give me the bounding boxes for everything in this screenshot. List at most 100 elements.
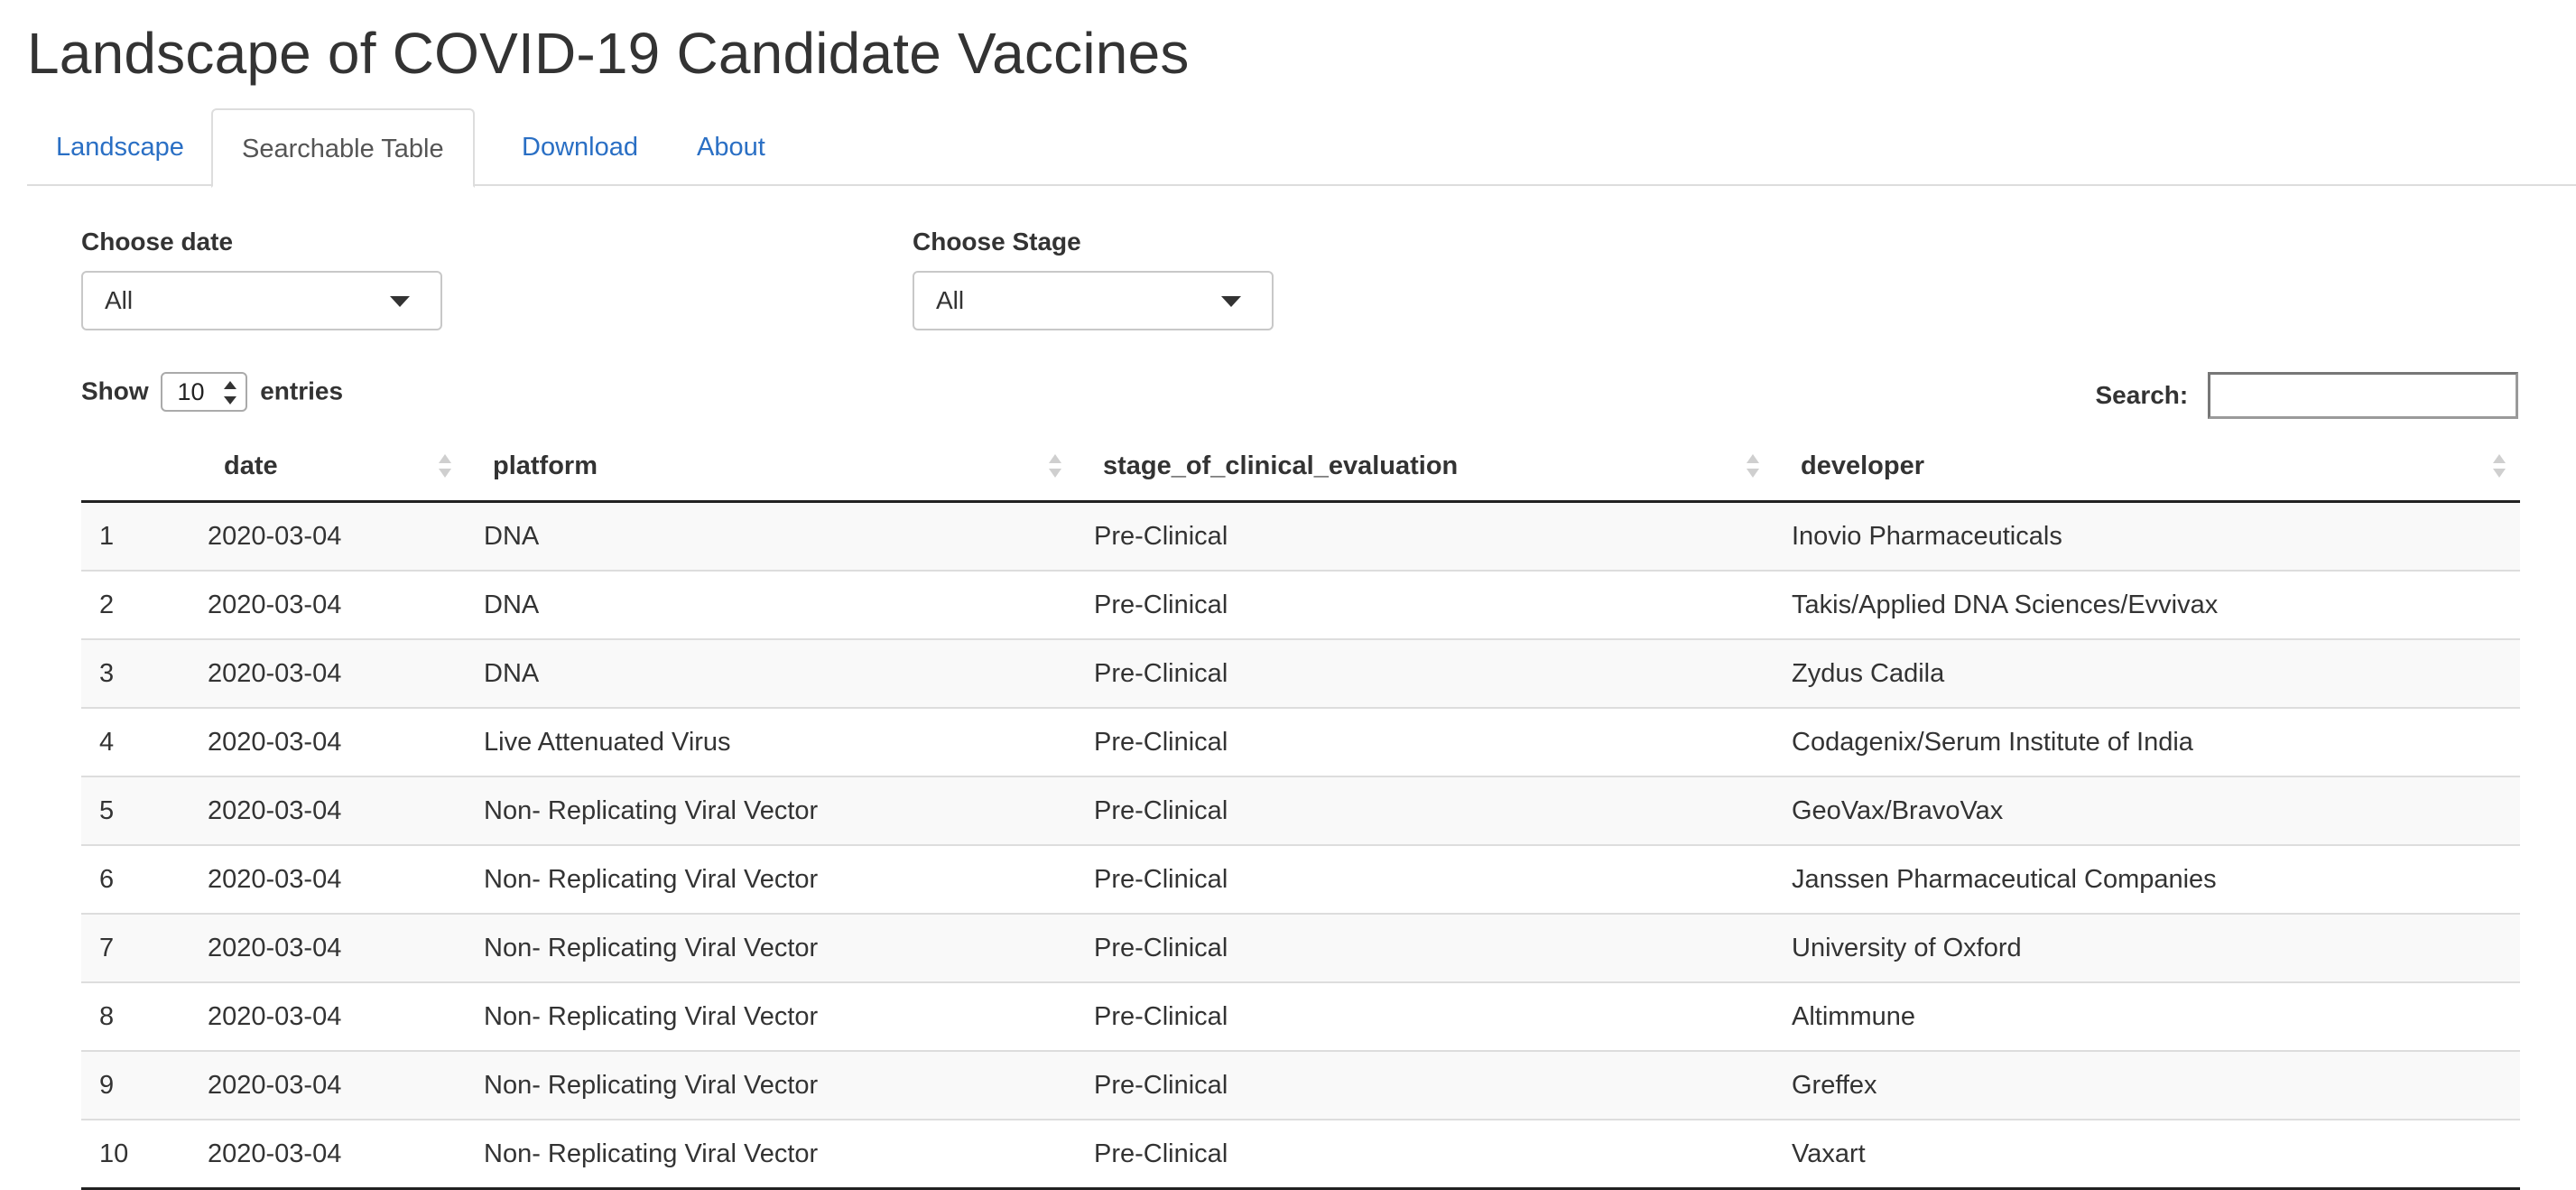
- cell-developer: GeoVax/BravoVax: [1774, 776, 2520, 845]
- app-window: Landscape of COVID-19 Candidate Vaccines…: [0, 0, 2576, 1190]
- cell-date: 2020-03-04: [190, 1119, 466, 1190]
- table-row[interactable]: 6 2020-03-04 Non- Replicating Viral Vector…: [81, 844, 2520, 914]
- cell-developer: Takis/Applied DNA Sciences/Evvivax: [1774, 570, 2520, 639]
- cell-developer: Greffex: [1774, 1050, 2520, 1120]
- cell-platform: Non- Replicating Viral Vector: [466, 1119, 1076, 1190]
- cell-platform: DNA: [466, 570, 1076, 639]
- cell-date: 2020-03-04: [190, 844, 466, 914]
- cell-stage: Pre-Clinical: [1076, 981, 1774, 1051]
- date-select[interactable]: All: [81, 271, 442, 330]
- cell-developer: Janssen Pharmaceutical Companies: [1774, 844, 2520, 914]
- entries-length-value: 10: [177, 377, 205, 405]
- cell-developer: Inovio Pharmaceuticals: [1774, 501, 2520, 571]
- table-row[interactable]: 10 2020-03-04 Non- Replicating Viral Vecto…: [81, 1119, 2520, 1190]
- table-row[interactable]: 2 2020-03-04 DNA Pre-Clinical Takis/Applied …: [81, 570, 2520, 639]
- cell-index: 7: [81, 913, 190, 982]
- cell-developer: Vaxart: [1774, 1119, 2520, 1190]
- sort-icon: [2493, 454, 2506, 478]
- table-row[interactable]: 1 2020-03-04 DNA Pre-Clinical Inovio Pharmac…: [81, 501, 2520, 571]
- stage-filter-label: Choose Stage: [913, 228, 1081, 256]
- cell-date: 2020-03-04: [190, 913, 466, 982]
- table-row[interactable]: 9 2020-03-04 Non- Replicating Viral Vector…: [81, 1050, 2520, 1120]
- table-body: 1 2020-03-04 DNA Pre-Clinical Inovio Pharmac…: [81, 501, 2520, 1190]
- cell-index: 9: [81, 1050, 190, 1120]
- date-select-value: All: [105, 286, 134, 314]
- column-header-stage[interactable]: stage_of_clinical_evaluation: [1076, 432, 1774, 503]
- cell-date: 2020-03-04: [190, 638, 466, 708]
- cell-stage: Pre-Clinical: [1076, 638, 1774, 708]
- cell-stage: Pre-Clinical: [1076, 1050, 1774, 1120]
- cell-index: 5: [81, 776, 190, 845]
- cell-index: 2: [81, 570, 190, 639]
- tab-bar: Landscape Searchable Table Download Abou…: [27, 108, 2576, 188]
- cell-platform: Non- Replicating Viral Vector: [466, 776, 1076, 845]
- column-header-developer[interactable]: developer: [1774, 432, 2520, 503]
- cell-stage: Pre-Clinical: [1076, 776, 1774, 845]
- cell-index: 3: [81, 638, 190, 708]
- column-header-date[interactable]: date: [190, 432, 466, 503]
- table-row[interactable]: 8 2020-03-04 Non- Replicating Viral Vector…: [81, 981, 2520, 1051]
- column-header-label: developer: [1801, 451, 1924, 480]
- entries-length-select[interactable]: 10: [161, 371, 248, 412]
- column-header-label: platform: [493, 451, 598, 480]
- cell-platform: DNA: [466, 501, 1076, 571]
- cell-platform: Non- Replicating Viral Vector: [466, 913, 1076, 982]
- cell-index: 8: [81, 981, 190, 1051]
- cell-stage: Pre-Clinical: [1076, 501, 1774, 571]
- date-filter: Choose date All: [81, 228, 442, 330]
- column-header-index: [81, 432, 190, 503]
- column-header-label: stage_of_clinical_evaluation: [1103, 451, 1459, 480]
- table-header-row: date platform stage_of_clinical_evaluati…: [81, 432, 2520, 503]
- tab-landscape[interactable]: Landscape: [27, 108, 213, 186]
- cell-index: 4: [81, 707, 190, 776]
- stage-filter: Choose Stage All: [913, 228, 1274, 330]
- cell-date: 2020-03-04: [190, 570, 466, 639]
- tab-download[interactable]: Download: [493, 108, 667, 186]
- cell-stage: Pre-Clinical: [1076, 1119, 1774, 1190]
- table-row[interactable]: 5 2020-03-04 Non- Replicating Viral Vector…: [81, 776, 2520, 845]
- chevron-down-icon: [1221, 296, 1241, 307]
- cell-date: 2020-03-04: [190, 776, 466, 845]
- cell-stage: Pre-Clinical: [1076, 913, 1774, 982]
- table-row[interactable]: 7 2020-03-04 Non- Replicating Viral Vector…: [81, 913, 2520, 982]
- cell-date: 2020-03-04: [190, 1050, 466, 1120]
- cell-platform: Live Attenuated Virus: [466, 707, 1076, 776]
- date-filter-label: Choose date: [81, 228, 234, 256]
- sort-icon: [1049, 454, 1061, 478]
- cell-platform: Non- Replicating Viral Vector: [466, 844, 1076, 914]
- cell-developer: Codagenix/Serum Institute of India: [1774, 707, 2520, 776]
- cell-index: 6: [81, 844, 190, 914]
- column-header-label: date: [224, 451, 278, 480]
- table-search: Search:: [2095, 368, 2518, 419]
- cell-index: 10: [81, 1119, 190, 1190]
- sort-icon: [1747, 454, 1759, 478]
- tab-about[interactable]: About: [668, 108, 794, 186]
- search-label: Search:: [2095, 380, 2189, 409]
- table-row[interactable]: 3 2020-03-04 DNA Pre-Clinical Zydus Cadila: [81, 638, 2520, 708]
- cell-date: 2020-03-04: [190, 981, 466, 1051]
- stage-select-value: All: [936, 286, 965, 314]
- cell-date: 2020-03-04: [190, 707, 466, 776]
- chevron-down-icon: [390, 296, 410, 307]
- cell-platform: DNA: [466, 638, 1076, 708]
- vaccine-table: date platform stage_of_clinical_evaluati…: [81, 432, 2520, 1190]
- cell-stage: Pre-Clinical: [1076, 570, 1774, 639]
- cell-developer: Zydus Cadila: [1774, 638, 2520, 708]
- search-input[interactable]: [2208, 371, 2518, 419]
- sort-icon: [439, 454, 451, 478]
- cell-platform: Non- Replicating Viral Vector: [466, 1050, 1076, 1120]
- entries-label: entries: [260, 377, 344, 405]
- cell-stage: Pre-Clinical: [1076, 844, 1774, 914]
- entries-length-control: Show 10 entries: [81, 368, 343, 412]
- cell-index: 1: [81, 501, 190, 571]
- page-title: Landscape of COVID-19 Candidate Vaccines: [27, 21, 1190, 86]
- stage-select[interactable]: All: [913, 271, 1274, 330]
- cell-platform: Non- Replicating Viral Vector: [466, 981, 1076, 1051]
- tab-searchable-table[interactable]: Searchable Table: [211, 108, 475, 188]
- cell-date: 2020-03-04: [190, 501, 466, 571]
- column-header-platform[interactable]: platform: [466, 432, 1076, 503]
- show-label: Show: [81, 377, 149, 405]
- cell-stage: Pre-Clinical: [1076, 707, 1774, 776]
- up-down-arrows-icon: [224, 380, 237, 404]
- table-row[interactable]: 4 2020-03-04 Live Attenuated Virus Pre-Clin…: [81, 707, 2520, 776]
